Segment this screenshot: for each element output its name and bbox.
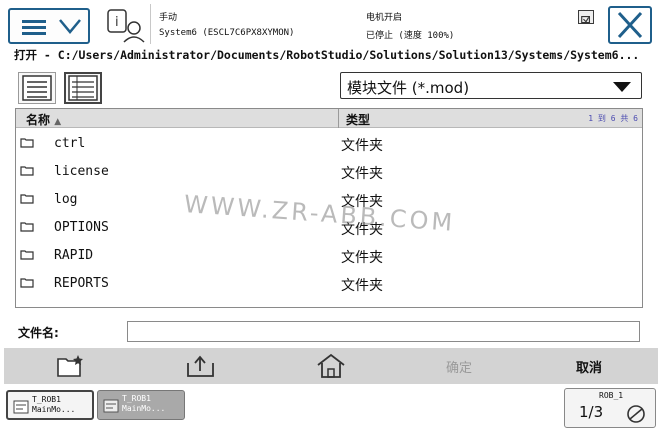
new-folder-button[interactable] [4,348,134,384]
system-name: System6 (ESCL7C6PX8XYMON) [159,28,295,38]
program-editor-icon [103,399,119,413]
motor-state: 电机开启 [366,13,403,23]
file-type: 文件夹 [341,166,383,182]
status-panel[interactable]: 手动 System6 (ESCL7C6PX8XYMON) 电机开启 已停止 (速… [150,4,605,44]
main-menu-button[interactable] [8,8,90,44]
operating-mode: 手动 [159,13,178,23]
home-icon [317,353,345,378]
dropdown-arrow-icon [613,82,631,92]
item-count: 1 到 6 共 6 [588,114,638,123]
speed-indicator-icon [627,405,645,423]
quickset-button[interactable]: ROB_1 1/3 [564,388,656,428]
program-editor-icon [13,400,29,414]
status-indicator-icon [578,10,594,24]
file-type-filter-select[interactable]: 模块文件 (*.mod) [340,72,642,99]
up-folder-icon [187,355,214,377]
folder-icon [20,194,34,204]
folder-icon [20,166,34,176]
program-state: 已停止 (速度 100%) [366,31,455,41]
list-row[interactable]: REPORTS 文件夹 [16,270,642,298]
task-bar: T_ROB1 MainMo... T_ROB1 MainMo... ROB_1 1/… [0,385,666,431]
list-view-button[interactable] [18,72,56,104]
close-icon [617,11,643,39]
confirm-button[interactable]: 确定 [394,348,524,384]
list-row[interactable]: OPTIONS 文件夹 [16,214,642,242]
column-header-type[interactable]: 类型 [346,111,370,128]
command-bar: 确定 取消 [4,348,658,384]
path-text: 打开 - C:/Users/Administrator/Documents/Ro… [14,48,640,62]
cancel-label: 取消 [575,361,602,376]
list-row[interactable]: license 文件夹 [16,158,642,186]
filename-label: 文件名: [18,326,59,340]
event-log-icon[interactable]: i [104,6,146,44]
folder-icon [20,278,34,288]
list-header: 名称 ▲ 类型 1 到 6 共 6 [16,109,642,128]
file-type: 文件夹 [341,222,383,238]
parent-folder-button[interactable] [134,348,264,384]
task-button[interactable]: T_ROB1 MainMo... [97,390,185,420]
list-view-icon [22,75,52,101]
details-view-button[interactable] [64,72,102,104]
file-name: OPTIONS [54,220,109,235]
sort-ascending-icon: ▲ [54,117,62,127]
file-type: 文件夹 [341,278,383,294]
current-path: 打开 - C:/Users/Administrator/Documents/Ro… [14,47,654,63]
folder-icon [20,250,34,260]
filename-input[interactable] [127,321,640,342]
cancel-button[interactable]: 取消 [524,348,654,384]
details-view-icon [68,75,98,101]
file-name: license [54,164,109,179]
folder-icon [20,222,34,232]
file-type-filter-label: 模块文件 (*.mod) [347,79,470,97]
task-label: T_ROB1 MainMo... [122,394,166,413]
task-label: T_ROB1 MainMo... [32,395,76,414]
file-type: 文件夹 [341,194,383,210]
list-row[interactable]: RAPID 文件夹 [16,242,642,270]
column-header-name[interactable]: 名称 ▲ [26,111,61,128]
increment-fraction: 1/3 [579,403,604,421]
list-row[interactable]: log 文件夹 [16,186,642,214]
svg-text:i: i [115,15,119,30]
list-row[interactable]: ctrl 文件夹 [16,130,642,158]
file-list: 名称 ▲ 类型 1 到 6 共 6 ctrl 文件夹 license 文件夹 l… [15,108,643,308]
hamburger-menu-icon [22,20,46,36]
file-type: 文件夹 [341,250,383,266]
new-folder-icon [57,355,83,377]
mechanical-unit-label: ROB_1 [599,391,624,400]
file-type: 文件夹 [341,138,383,154]
task-button[interactable]: T_ROB1 MainMo... [6,390,94,420]
file-name: log [54,192,78,207]
chevron-down-icon [59,19,81,34]
confirm-label: 确定 [445,361,472,376]
home-button[interactable] [264,348,394,384]
top-status-bar: i 手动 System6 (ESCL7C6PX8XYMON) 电机开启 已停止 … [0,0,666,46]
column-separator [338,109,339,128]
folder-icon [20,138,34,148]
file-name: RAPID [54,248,94,263]
close-button[interactable] [608,6,652,44]
file-name: REPORTS [54,276,109,291]
file-name: ctrl [54,136,86,151]
